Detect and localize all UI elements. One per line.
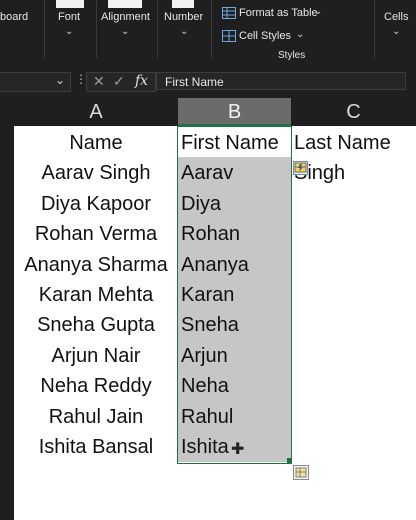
cell-a[interactable]: Ananya Sharma: [14, 250, 178, 280]
cell-styles-label: Cell Styles: [239, 30, 291, 42]
column-header-a[interactable]: A: [14, 98, 178, 126]
table-row: Diya Kapoor Diya: [14, 189, 416, 219]
number-group[interactable]: Number ⌄: [160, 0, 208, 58]
cell-styles-button[interactable]: Cell Styles ⌄: [220, 28, 310, 46]
cell-a[interactable]: Name: [14, 128, 178, 158]
cell-a[interactable]: Arjun Nair: [14, 341, 178, 371]
cell-a[interactable]: Diya Kapoor: [14, 189, 178, 219]
row-header-strip: [0, 126, 14, 520]
cell-c[interactable]: [291, 189, 416, 219]
format-as-table-button[interactable]: Format as Table ⌄: [220, 5, 330, 23]
alignment-icon: [108, 0, 142, 8]
table-row: Aarav Singh Aarav Singh: [14, 158, 416, 188]
cell-b[interactable]: Arjun: [178, 341, 291, 371]
table-row: Arjun Nair Arjun: [14, 341, 416, 371]
cell-b[interactable]: Karan: [178, 280, 291, 310]
chevron-down-icon: ⌄: [65, 26, 74, 37]
flash-fill-options-icon[interactable]: [293, 161, 308, 175]
table-row: Neha Reddy Neha: [14, 371, 416, 401]
cell-c[interactable]: [291, 219, 416, 249]
font-group-label: Font: [58, 11, 81, 23]
chevron-down-icon: ⌄: [314, 6, 323, 17]
cell-a[interactable]: Sneha Gupta: [14, 310, 178, 340]
cell-a[interactable]: Rohan Verma: [14, 219, 178, 249]
cell-b[interactable]: First Name: [178, 128, 291, 158]
cell-c[interactable]: [291, 341, 416, 371]
alignment-group-label: Alignment: [101, 11, 150, 23]
cell-b[interactable]: Sneha: [178, 310, 291, 340]
table-row: Rohan Verma Rohan: [14, 219, 416, 249]
cell-c[interactable]: [291, 432, 416, 462]
chevron-down-icon: ⌄: [296, 29, 305, 40]
number-group-label: Number: [164, 11, 204, 23]
cell-a[interactable]: Karan Mehta: [14, 280, 178, 310]
cell-c[interactable]: [291, 371, 416, 401]
cell-c[interactable]: [291, 310, 416, 340]
cursor-icon: ✚: [231, 441, 245, 458]
formula-input[interactable]: First Name: [156, 72, 406, 90]
table-row: Rahul Jain Rahul: [14, 402, 416, 432]
cancel-icon[interactable]: ✕: [93, 73, 105, 90]
cell-b[interactable]: Rohan: [178, 219, 291, 249]
clipboard-group-label: board: [0, 11, 29, 23]
cell-styles-icon: [222, 30, 236, 42]
cell-c[interactable]: Last Name: [291, 128, 416, 158]
cells-group[interactable]: Cells ⌄: [378, 0, 416, 58]
cell-c[interactable]: Singh: [291, 158, 416, 188]
number-format-icon: [172, 0, 194, 8]
cell-a[interactable]: Aarav Singh: [14, 158, 178, 188]
enter-icon[interactable]: ✓: [113, 73, 125, 90]
ribbon: board Font ⌄ Alignment ⌄ Number ⌄ Format…: [0, 0, 416, 66]
clipboard-group[interactable]: board: [0, 0, 42, 58]
cell-a[interactable]: Ishita Bansal: [14, 432, 178, 462]
table-row: Karan Mehta Karan: [14, 280, 416, 310]
cell-b[interactable]: Neha: [178, 371, 291, 401]
cell-c[interactable]: [291, 402, 416, 432]
cell-a[interactable]: Neha Reddy: [14, 371, 178, 401]
cell-c[interactable]: [291, 250, 416, 280]
table-row: Ananya Sharma Ananya: [14, 250, 416, 280]
styles-group-label: Styles: [278, 50, 306, 61]
table-row: Sneha Gupta Sneha: [14, 310, 416, 340]
cell-b[interactable]: Ananya: [178, 250, 291, 280]
cell-b[interactable]: Diya: [178, 189, 291, 219]
formula-buttons: ✕ ✓ fx: [86, 72, 156, 92]
table-row: Name First Name Last Name: [14, 128, 416, 158]
name-box[interactable]: ⌄: [0, 72, 71, 92]
chevron-down-icon: ⌄: [180, 26, 189, 37]
cells-group-label: Cells: [384, 11, 409, 23]
cell-a[interactable]: Rahul Jain: [14, 402, 178, 432]
format-as-table-label: Format as Table: [239, 7, 318, 19]
column-header-c[interactable]: C: [291, 98, 416, 126]
alignment-group[interactable]: Alignment ⌄: [98, 0, 154, 58]
table-row: Ishita Bansal Ishita: [14, 432, 416, 462]
quick-analysis-icon[interactable]: [293, 465, 309, 480]
font-icon: [56, 0, 84, 8]
cell-b[interactable]: Aarav: [178, 158, 291, 188]
chevron-down-icon: ⌄: [121, 26, 130, 37]
chevron-down-icon: ⌄: [392, 26, 401, 37]
cell-c[interactable]: [291, 280, 416, 310]
column-header-b[interactable]: B: [178, 98, 291, 126]
insert-function-button[interactable]: fx: [135, 73, 148, 89]
cell-b[interactable]: Rahul: [178, 402, 291, 432]
font-group[interactable]: Font ⌄: [46, 0, 94, 58]
format-as-table-icon: [222, 7, 236, 19]
chevron-down-icon: ⌄: [55, 73, 66, 87]
